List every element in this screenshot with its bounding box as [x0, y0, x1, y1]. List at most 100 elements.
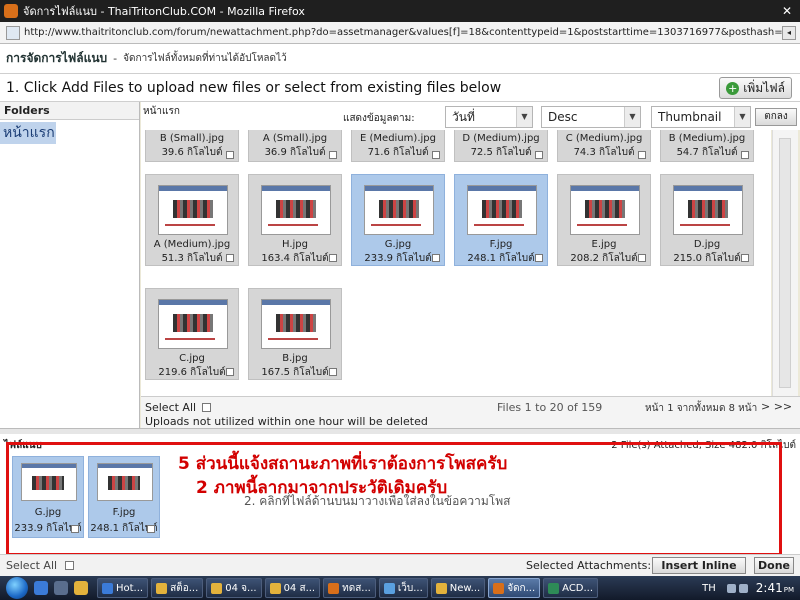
- taskbar-button[interactable]: 04 จ...: [206, 578, 262, 598]
- file-select-checkbox[interactable]: [432, 151, 440, 159]
- file-thumbnail[interactable]: D.jpg 215.0 กิโลไบต์: [660, 174, 754, 266]
- file-browser-header: หน้าแรก แสดงข้อมูลตาม: วันที่ ▼ Desc ▼ T…: [141, 102, 800, 130]
- grid-scrollbar[interactable]: [772, 130, 798, 396]
- go-button[interactable]: ตกลง: [755, 108, 797, 126]
- file-thumbnail[interactable]: C (Medium).jpg 74.3 กิโลไบต์: [557, 130, 651, 162]
- file-select-checkbox[interactable]: [638, 151, 646, 159]
- insert-inline-button[interactable]: Insert Inline (2): [652, 557, 746, 587]
- select-all-attachments[interactable]: Select All: [6, 559, 75, 572]
- file-browser-footer: Select All Uploads not utilized within o…: [141, 396, 800, 428]
- file-thumbnail[interactable]: E.jpg 208.2 กิโลไบต์: [557, 174, 651, 266]
- file-select-checkbox[interactable]: [535, 254, 543, 262]
- file-thumbnail[interactable]: D (Medium).jpg 72.5 กิโลไบต์: [454, 130, 548, 162]
- taskbar-button[interactable]: New...: [430, 578, 486, 598]
- taskbar-button[interactable]: Hot...: [97, 578, 149, 598]
- preview-photo-strip: [482, 200, 522, 218]
- file-select-checkbox[interactable]: [226, 254, 234, 262]
- file-select-checkbox[interactable]: [226, 368, 234, 376]
- file-name: E.jpg: [591, 239, 617, 250]
- start-button[interactable]: [6, 577, 28, 599]
- file-name: C.jpg: [179, 353, 205, 364]
- preview-header-bar: [571, 186, 639, 191]
- task-app-icon: [211, 582, 223, 594]
- file-thumbnail[interactable]: B (Small).jpg 39.6 กิโลไบต์: [145, 130, 239, 162]
- file-thumbnail[interactable]: A (Small).jpg 36.9 กิโลไบต์: [248, 130, 342, 162]
- clock[interactable]: 2:41PM: [756, 581, 794, 595]
- folders-panel: Folders หน้าแรก: [0, 102, 140, 428]
- select-all-attachments-checkbox[interactable]: [65, 561, 75, 570]
- sort-order-select[interactable]: Desc ▼: [541, 106, 641, 128]
- volume-icon[interactable]: [738, 583, 748, 593]
- taskbar-button[interactable]: ACD...: [543, 578, 599, 598]
- ie-icon[interactable]: [34, 581, 48, 595]
- scroll-left-icon[interactable]: ◂: [782, 25, 796, 40]
- close-window-button[interactable]: ✕: [778, 3, 796, 19]
- last-page-link[interactable]: >>: [774, 400, 792, 413]
- folder-item-home[interactable]: หน้าแรก: [0, 122, 56, 144]
- attachment-actions-bar: Select All Selected Attachments: Insert …: [0, 554, 800, 587]
- language-indicator[interactable]: TH: [702, 583, 716, 594]
- sort-field-select[interactable]: วันที่ ▼: [445, 106, 533, 128]
- address-bar: http://www.thaitritonclub.com/forum/newa…: [0, 22, 800, 44]
- file-select-checkbox[interactable]: [741, 254, 749, 262]
- taskbar-button[interactable]: 04 ส...: [264, 578, 321, 598]
- preview-text-line: [680, 224, 730, 226]
- next-page-link[interactable]: >: [761, 400, 770, 413]
- taskbar-button[interactable]: เว็บ...: [378, 578, 428, 598]
- file-name: H.jpg: [282, 239, 308, 250]
- select-all-label: Select All: [145, 401, 197, 414]
- done-button[interactable]: Done: [754, 557, 794, 574]
- file-select-checkbox[interactable]: [535, 151, 543, 159]
- task-app-icon: [102, 582, 113, 594]
- taskbar-button[interactable]: ทดส...: [323, 578, 376, 598]
- scrollbar-thumb[interactable]: [779, 138, 791, 388]
- file-select-checkbox[interactable]: [226, 151, 234, 159]
- preview-header-bar: [365, 186, 433, 191]
- sort-label: แสดงข้อมูลตาม:: [343, 113, 415, 124]
- file-thumbnail[interactable]: C.jpg 219.6 กิโลไบต์: [145, 288, 239, 380]
- preview-header-bar: [159, 300, 227, 305]
- file-thumbnail[interactable]: B.jpg 167.5 กิโลไบต์: [248, 288, 342, 380]
- task-label: New...: [449, 582, 481, 594]
- network-icon[interactable]: [726, 583, 736, 593]
- select-all-checkbox[interactable]: [202, 403, 212, 412]
- add-files-button[interactable]: + เพิ่มไฟล์: [719, 77, 792, 99]
- files-range: Files 1 to 20 of 159: [497, 401, 603, 414]
- file-thumbnail[interactable]: G.jpg 233.9 กิโลไบต์: [351, 174, 445, 266]
- file-name: C (Medium).jpg: [565, 133, 643, 144]
- url-field[interactable]: http://www.thaitritonclub.com/forum/newa…: [24, 27, 782, 38]
- folders-heading: Folders: [0, 102, 139, 120]
- select-all-files[interactable]: Select All: [145, 401, 212, 414]
- file-thumbnail[interactable]: E (Medium).jpg 71.6 กิโลไบต์: [351, 130, 445, 162]
- file-size: 74.3 กิโลไบต์: [573, 147, 635, 158]
- chevron-down-icon: ▼: [624, 107, 640, 127]
- pagination-arrows: > >>: [761, 400, 792, 413]
- taskbar-button[interactable]: สต็อ...: [151, 578, 204, 598]
- view-mode-value: Thumbnail: [658, 110, 722, 124]
- page-title: การจัดการไฟล์แนบ: [6, 51, 108, 65]
- clock-ampm: PM: [783, 586, 794, 594]
- view-mode-select[interactable]: Thumbnail ▼: [651, 106, 751, 128]
- file-select-checkbox[interactable]: [329, 254, 337, 262]
- folder-icon[interactable]: [74, 581, 88, 595]
- file-select-checkbox[interactable]: [638, 254, 646, 262]
- file-select-checkbox[interactable]: [329, 151, 337, 159]
- file-size: 163.4 กิโลไบต์: [261, 253, 329, 264]
- show-desktop-icon[interactable]: [54, 581, 68, 595]
- file-name: F.jpg: [489, 239, 513, 250]
- file-select-checkbox[interactable]: [741, 151, 749, 159]
- annotation-line-1: 5 ส่วนนี้แจ้งสถานะภาพที่เราต้องการโพสครั…: [178, 454, 508, 474]
- file-name: A (Small).jpg: [262, 133, 328, 144]
- file-thumbnail[interactable]: B (Medium).jpg 54.7 กิโลไบต์: [660, 130, 754, 162]
- file-thumbnail[interactable]: H.jpg 163.4 กิโลไบต์: [248, 174, 342, 266]
- clock-time: 2:41: [755, 581, 783, 595]
- file-name: B (Small).jpg: [159, 133, 225, 144]
- chevron-down-icon: ▼: [516, 107, 532, 127]
- file-select-checkbox[interactable]: [329, 368, 337, 376]
- taskbar-button[interactable]: จัดก...: [488, 578, 541, 598]
- file-thumbnail[interactable]: F.jpg 248.1 กิโลไบต์: [454, 174, 548, 266]
- preview-photo-strip: [379, 200, 419, 218]
- task-app-icon: [548, 582, 560, 594]
- file-thumbnail[interactable]: A (Medium).jpg 51.3 กิโลไบต์: [145, 174, 239, 266]
- file-select-checkbox[interactable]: [432, 254, 440, 262]
